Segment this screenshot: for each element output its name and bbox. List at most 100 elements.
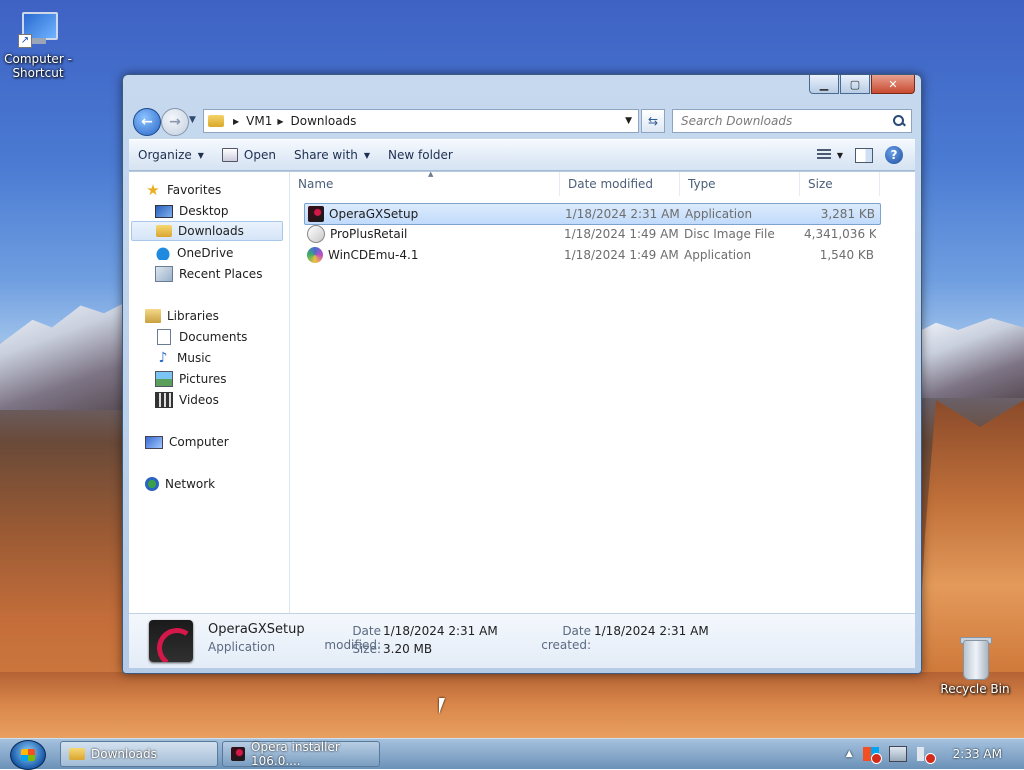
nav-network[interactable]: Network xyxy=(145,474,215,494)
organize-button[interactable]: Organize ▼ xyxy=(129,143,213,167)
nav-label: Music xyxy=(177,351,212,365)
sort-ascending-icon: ▲ xyxy=(428,170,434,178)
search-icon[interactable] xyxy=(893,115,905,127)
system-tray: ▲ 2:33 AM xyxy=(846,739,1014,769)
chevron-right-icon[interactable]: ▶ xyxy=(233,117,239,126)
nav-label: Network xyxy=(165,477,216,491)
maximize-icon: ▢ xyxy=(849,77,861,91)
desktop-icon-recycle-bin[interactable]: Recycle Bin xyxy=(937,637,1013,696)
open-button[interactable]: Open xyxy=(213,143,285,167)
address-dropdown-icon[interactable]: ▼ xyxy=(625,116,632,126)
taskbar-button-opera-installer[interactable]: Opera installer 106.0.... xyxy=(222,740,380,768)
nav-music[interactable]: ♪ Music xyxy=(155,348,212,368)
column-header-name[interactable]: ▲ Name xyxy=(290,170,560,196)
navigation-bar: ← → ▼ ▶ VM1 ▶ Downloads ▼ ⇆ xyxy=(131,107,913,136)
column-header-size[interactable]: Size xyxy=(800,172,880,196)
nav-libraries[interactable]: Libraries xyxy=(145,306,219,326)
start-button[interactable] xyxy=(10,740,46,770)
file-date: 1/18/2024 2:31 AM xyxy=(565,207,680,221)
file-size: 1,540 KB xyxy=(819,248,874,262)
nav-videos[interactable]: Videos xyxy=(155,390,219,410)
new-folder-button[interactable]: New folder xyxy=(379,143,462,167)
nav-favorites[interactable]: ★ Favorites xyxy=(145,180,221,200)
column-header-date-modified[interactable]: Date modified xyxy=(560,172,680,196)
nav-pictures[interactable]: Pictures xyxy=(155,369,227,389)
folder-icon xyxy=(208,115,224,127)
volume-icon[interactable] xyxy=(916,747,936,764)
close-icon: ✕ xyxy=(888,77,898,91)
file-row-wincdemu[interactable]: WinCDEmu-4.1 1/18/2024 1:49 AM Applicati… xyxy=(304,245,879,265)
network-status-icon[interactable] xyxy=(888,746,907,762)
forward-button[interactable]: → xyxy=(161,108,189,136)
file-type: Application xyxy=(685,207,753,221)
change-view-icon[interactable] xyxy=(816,149,831,161)
breadcrumb-downloads[interactable]: Downloads xyxy=(291,114,357,128)
file-name: WinCDEmu-4.1 xyxy=(328,248,419,262)
details-size: 3.20 MB xyxy=(383,642,433,656)
chevron-down-icon: ▼ xyxy=(197,150,204,160)
desktop-icon-label: Recycle Bin xyxy=(940,682,1010,696)
help-icon[interactable]: ? xyxy=(885,146,903,164)
maximize-button[interactable]: ▢ xyxy=(840,75,870,94)
breadcrumb-vm1[interactable]: VM1 xyxy=(246,114,272,128)
minimize-button[interactable]: ▁ xyxy=(809,75,839,94)
file-name-cell: ProPlusRetail xyxy=(304,225,564,243)
close-button[interactable]: ✕ xyxy=(871,75,915,94)
view-controls: ▼ ? xyxy=(816,146,903,164)
nav-label: Documents xyxy=(179,330,248,344)
file-list: ▲ Name Date modified Type Size OperaGXSe… xyxy=(290,170,915,614)
content-area: ★ Favorites Desktop Downloads OneDrive R… xyxy=(129,170,915,614)
nav-documents[interactable]: Documents xyxy=(155,327,247,347)
wallpaper-rock xyxy=(0,672,1024,738)
nav-computer[interactable]: Computer xyxy=(145,432,229,452)
refresh-icon: ⇆ xyxy=(647,114,659,128)
details-date-modified: 1/18/2024 2:31 AM xyxy=(383,624,498,638)
desktop-icon-computer-shortcut[interactable]: ↗ Computer - Shortcut xyxy=(0,10,76,80)
mouse-cursor-icon xyxy=(439,698,451,714)
disc-image-icon xyxy=(307,225,325,243)
nav-onedrive[interactable]: OneDrive xyxy=(155,243,233,263)
command-bar: Organize ▼ Open Share with ▼ New folder … xyxy=(129,139,915,171)
preview-pane-icon[interactable] xyxy=(855,147,873,163)
back-button[interactable]: ← xyxy=(133,108,161,136)
file-name: OperaGXSetup xyxy=(329,207,419,221)
search-box[interactable] xyxy=(672,109,912,133)
address-bar[interactable]: ▶ VM1 ▶ Downloads ▼ xyxy=(203,109,639,133)
file-row-operagxsetup[interactable]: OperaGXSetup 1/18/2024 2:31 AM Applicati… xyxy=(304,203,881,225)
taskbar-button-label: Opera installer 106.0.... xyxy=(251,740,340,768)
desktop-icon-label: Shortcut xyxy=(12,66,64,80)
refresh-button[interactable]: ⇆ xyxy=(641,109,665,133)
details-file-name: OperaGXSetup xyxy=(208,622,305,637)
nav-downloads[interactable]: Downloads xyxy=(131,221,283,241)
nav-label: Downloads xyxy=(178,224,244,238)
action-center-flag-icon[interactable] xyxy=(862,747,882,764)
libraries-icon xyxy=(145,309,161,323)
clock[interactable]: 2:33 AM xyxy=(953,747,1002,761)
recent-pages-dropdown[interactable]: ▼ xyxy=(189,115,196,125)
nav-label: Favorites xyxy=(167,183,222,197)
share-with-label: Share with xyxy=(293,148,358,162)
star-icon: ★ xyxy=(146,181,160,199)
explorer-window: ▁ ▢ ✕ ← → ▼ ▶ VM1 ▶ Downloads ▼ ⇆ Organi… xyxy=(122,74,922,674)
file-type: Application xyxy=(684,248,752,262)
taskbar: Downloads Opera installer 106.0.... ▲ 2:… xyxy=(0,738,1024,770)
opera-gx-icon xyxy=(308,206,324,222)
chevron-right-icon[interactable]: ▶ xyxy=(277,117,283,126)
share-with-button[interactable]: Share with ▼ xyxy=(285,143,379,167)
taskbar-button-downloads[interactable]: Downloads xyxy=(60,741,218,767)
show-hidden-icons-icon[interactable]: ▲ xyxy=(846,749,853,759)
recent-places-icon xyxy=(155,266,173,282)
file-row-proplusretail[interactable]: ProPlusRetail 1/18/2024 1:49 AM Disc Ima… xyxy=(304,224,879,244)
nav-recent-places[interactable]: Recent Places xyxy=(155,264,262,284)
views-dropdown-icon[interactable]: ▼ xyxy=(837,151,843,160)
computer-icon: ↗ xyxy=(16,10,60,50)
file-name-cell: OperaGXSetup xyxy=(305,206,565,222)
music-icon: ♪ xyxy=(158,350,168,366)
nav-desktop[interactable]: Desktop xyxy=(155,201,229,221)
minimize-icon: ▁ xyxy=(819,77,829,91)
open-icon xyxy=(221,148,238,162)
details-date-created-label: Date created: xyxy=(541,624,591,652)
column-header-type[interactable]: Type xyxy=(680,172,800,196)
network-icon xyxy=(145,477,159,491)
search-input[interactable] xyxy=(679,113,893,129)
